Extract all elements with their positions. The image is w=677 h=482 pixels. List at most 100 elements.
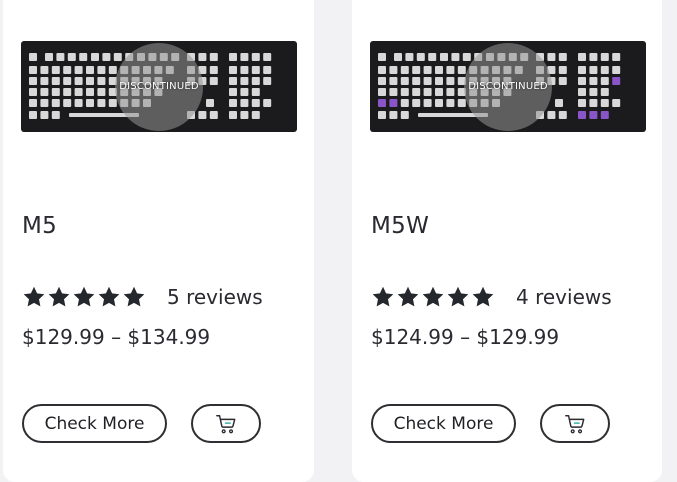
keycap bbox=[435, 99, 443, 107]
keycap bbox=[251, 99, 260, 107]
keycap bbox=[400, 77, 409, 85]
discontinued-badge: DISCONTINUED bbox=[115, 42, 203, 131]
keycap bbox=[74, 66, 83, 74]
keycap bbox=[209, 77, 218, 85]
keycap bbox=[229, 66, 237, 74]
product-rating: 4 reviews bbox=[371, 284, 612, 310]
cart-plus-icon bbox=[565, 414, 585, 433]
badge-label: DISCONTINUED bbox=[468, 81, 548, 92]
keycap bbox=[29, 66, 37, 74]
keycap bbox=[612, 99, 621, 107]
price-range: $129.99 – $134.99 bbox=[22, 325, 211, 349]
keycap bbox=[63, 99, 72, 107]
keycap bbox=[209, 66, 218, 74]
keycap bbox=[67, 53, 76, 61]
keycap bbox=[578, 53, 586, 61]
keycap bbox=[40, 66, 49, 74]
review-count[interactable]: 5 reviews bbox=[167, 285, 263, 309]
keycap bbox=[86, 88, 94, 96]
keycap bbox=[263, 99, 272, 107]
keycap bbox=[29, 99, 37, 107]
product-name[interactable]: M5 bbox=[22, 213, 57, 239]
check-more-button[interactable]: Check More bbox=[371, 404, 516, 443]
keycap bbox=[389, 99, 398, 107]
keycap bbox=[400, 88, 409, 96]
keycap bbox=[412, 66, 421, 74]
keycap bbox=[600, 99, 609, 107]
add-to-cart-button[interactable] bbox=[540, 404, 610, 443]
keycap bbox=[229, 111, 237, 119]
product-image[interactable]: DISCONTINUED bbox=[21, 41, 297, 132]
product-image[interactable]: DISCONTINUED bbox=[370, 41, 646, 132]
product-rating: 5 reviews bbox=[22, 284, 263, 310]
keycap bbox=[263, 77, 272, 85]
keycap bbox=[198, 53, 207, 61]
review-count[interactable]: 4 reviews bbox=[516, 285, 612, 309]
keycap bbox=[378, 88, 386, 96]
keycap bbox=[378, 66, 386, 74]
keycap bbox=[389, 88, 398, 96]
add-to-cart-button[interactable] bbox=[191, 404, 261, 443]
star-icon bbox=[48, 286, 70, 307]
keycap bbox=[209, 111, 218, 119]
keycap bbox=[206, 99, 214, 107]
keycap bbox=[209, 53, 218, 61]
keycap bbox=[91, 53, 99, 61]
keycap bbox=[589, 53, 598, 61]
keycap bbox=[423, 66, 432, 74]
product-card: DISCONTINUED M5W 4 reviews $124.99 – $12… bbox=[352, 0, 662, 482]
keycap bbox=[240, 88, 249, 96]
keycap bbox=[29, 111, 37, 119]
keycap bbox=[108, 99, 117, 107]
keycap bbox=[389, 111, 398, 119]
keycap bbox=[547, 111, 556, 119]
keycap bbox=[51, 88, 60, 96]
star-icon bbox=[123, 286, 145, 307]
keycap bbox=[86, 66, 94, 74]
keycap bbox=[378, 111, 386, 119]
keycap bbox=[251, 66, 260, 74]
keycap bbox=[446, 88, 455, 96]
keycap bbox=[229, 99, 237, 107]
keycap bbox=[102, 53, 111, 61]
keycap bbox=[600, 53, 609, 61]
keycap bbox=[79, 53, 88, 61]
keycap bbox=[198, 111, 207, 119]
keycap bbox=[56, 53, 65, 61]
keycap bbox=[457, 66, 466, 74]
keycap bbox=[400, 66, 409, 74]
keycap bbox=[578, 88, 586, 96]
keycap bbox=[108, 66, 117, 74]
keycap bbox=[378, 77, 386, 85]
keycap bbox=[240, 99, 249, 107]
keycap bbox=[86, 77, 94, 85]
keycap bbox=[558, 77, 567, 85]
keycap bbox=[423, 99, 432, 107]
keycap bbox=[462, 53, 471, 61]
keycap bbox=[612, 77, 621, 85]
keycap bbox=[240, 111, 249, 119]
keycap bbox=[29, 53, 37, 61]
keycap bbox=[446, 66, 455, 74]
keycap bbox=[423, 88, 432, 96]
keycap bbox=[400, 111, 409, 119]
keycap bbox=[558, 53, 567, 61]
keycap bbox=[578, 66, 586, 74]
keycap bbox=[378, 53, 386, 61]
keycap bbox=[229, 53, 237, 61]
product-name[interactable]: M5W bbox=[371, 213, 429, 239]
keycap bbox=[435, 77, 443, 85]
check-more-button[interactable]: Check More bbox=[22, 404, 167, 443]
keycap bbox=[416, 53, 425, 61]
keycap bbox=[555, 99, 563, 107]
keycap bbox=[412, 88, 421, 96]
keycap bbox=[578, 99, 586, 107]
keycap bbox=[578, 77, 586, 85]
keycap bbox=[589, 99, 598, 107]
star-icon bbox=[422, 286, 444, 307]
keycap bbox=[457, 99, 466, 107]
keycap bbox=[251, 111, 260, 119]
keycap bbox=[589, 66, 598, 74]
cart-plus-icon bbox=[216, 414, 236, 433]
keycap bbox=[29, 88, 37, 96]
